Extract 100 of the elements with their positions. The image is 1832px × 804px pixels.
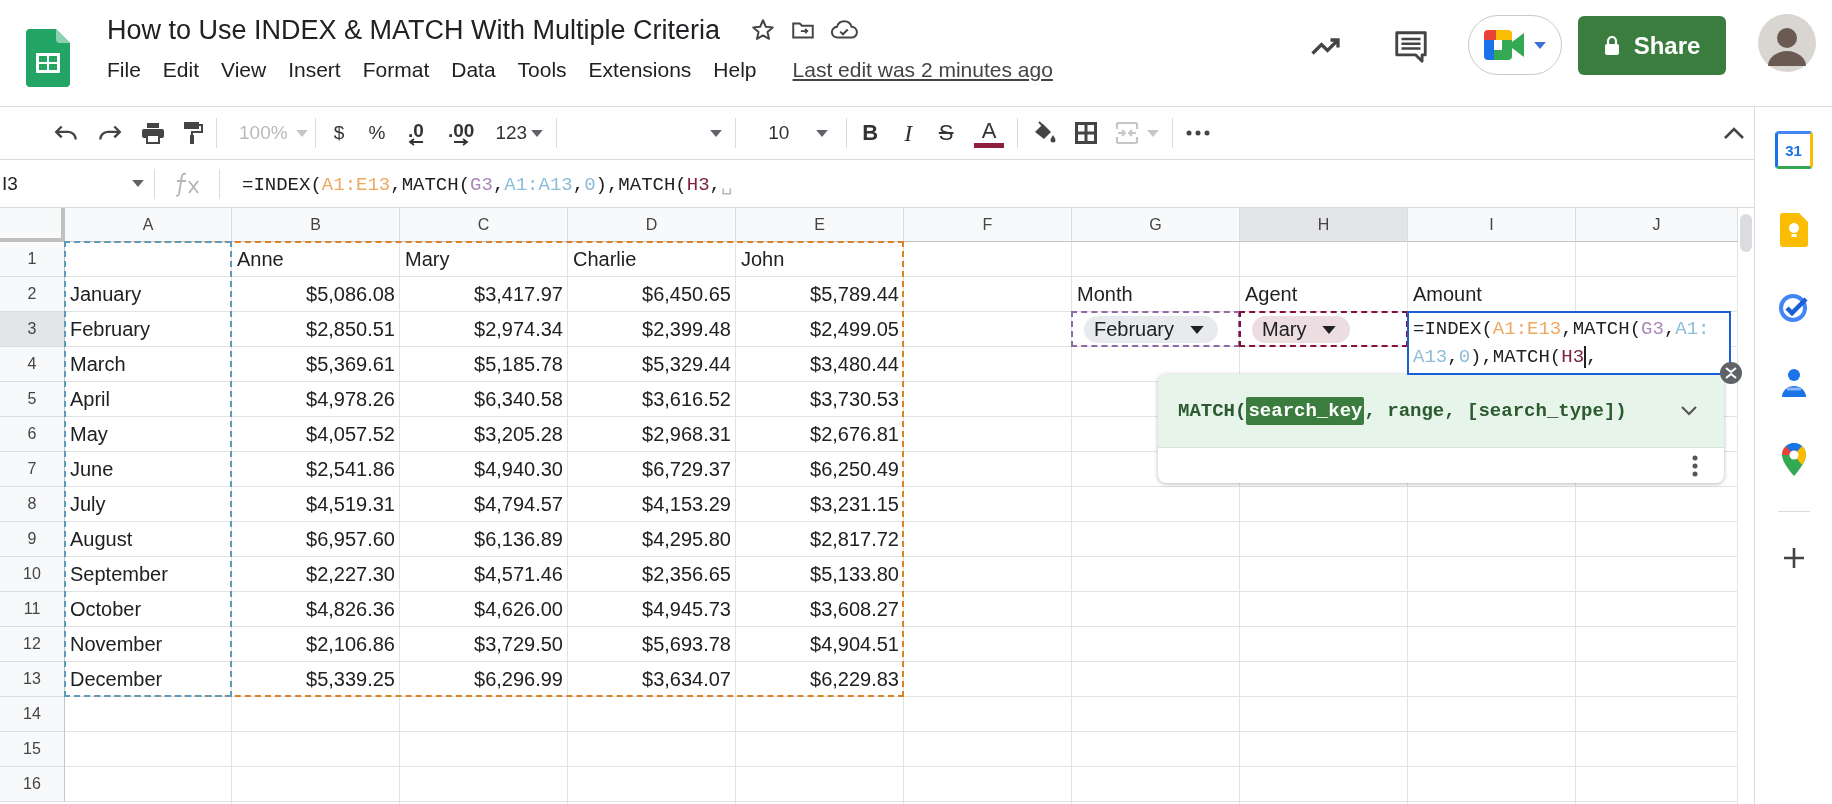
borders-icon[interactable] xyxy=(1075,122,1098,144)
column-header[interactable]: C xyxy=(400,208,568,242)
table-cell-text: $4,940.30 xyxy=(473,457,564,482)
row-header[interactable]: 12 xyxy=(0,627,65,662)
table-cell-text: $5,133.80 xyxy=(809,562,900,587)
menu-item[interactable]: Help xyxy=(713,58,757,82)
caret-icon xyxy=(1322,325,1337,334)
column-header[interactable]: F xyxy=(904,208,1072,242)
percent-button[interactable]: % xyxy=(358,113,396,153)
column-header[interactable]: D xyxy=(568,208,736,242)
tasks-icon[interactable] xyxy=(1777,291,1810,323)
row-header[interactable]: 8 xyxy=(0,487,65,522)
share-button[interactable]: Share xyxy=(1578,16,1726,75)
more-vert-icon[interactable] xyxy=(1692,454,1698,477)
document-title[interactable]: How to Use INDEX & MATCH With Multiple Criteria xyxy=(107,14,721,46)
table-cell-text: May xyxy=(69,422,109,447)
row-header[interactable]: 11 xyxy=(0,592,65,627)
print-icon[interactable] xyxy=(141,122,165,144)
comment-icon[interactable] xyxy=(1392,28,1430,66)
calendar-icon[interactable]: 31 xyxy=(1774,131,1813,169)
number-format-dropdown[interactable]: 123 xyxy=(486,113,553,153)
menu-item[interactable]: Edit xyxy=(162,58,200,82)
more-icon[interactable] xyxy=(1186,130,1211,136)
name-box[interactable]: I3 xyxy=(0,172,154,195)
dropdown-chip[interactable]: Mary xyxy=(1252,316,1351,343)
font-size-dropdown[interactable]: 10 xyxy=(740,113,843,153)
decrease-decimals-button[interactable]: .0 xyxy=(396,113,436,153)
menu-item[interactable]: Tools xyxy=(517,58,567,82)
italic-button[interactable]: I xyxy=(889,113,928,153)
increase-decimals-button[interactable]: .00 xyxy=(436,113,487,153)
chevron-up-icon[interactable] xyxy=(1723,126,1745,140)
star-icon[interactable] xyxy=(750,17,777,43)
table-cell-text: $6,296.99 xyxy=(473,667,564,692)
table-cell-text: January xyxy=(69,282,143,307)
table-cell-text: $5,185.78 xyxy=(473,352,564,377)
contacts-icon[interactable] xyxy=(1779,367,1808,399)
bold-button[interactable]: B xyxy=(851,113,890,153)
menu-item[interactable]: Format xyxy=(362,58,430,82)
column-header[interactable]: B xyxy=(232,208,400,242)
table-cell-text: $2,399.48 xyxy=(641,317,732,342)
map-pin-icon[interactable] xyxy=(1780,443,1807,477)
column-header[interactable]: E xyxy=(736,208,904,242)
collapse-icon[interactable] xyxy=(1720,362,1742,384)
paint-roller-icon[interactable] xyxy=(183,121,203,145)
row-header[interactable]: 16 xyxy=(0,767,65,802)
table-cell-text: $2,968.31 xyxy=(641,422,732,447)
table-cell-text: July xyxy=(69,492,107,517)
table-cell-text: December xyxy=(69,667,164,692)
row-header[interactable]: 5 xyxy=(0,382,65,417)
column-header[interactable]: A xyxy=(65,208,232,242)
row-header[interactable]: 2 xyxy=(0,277,65,312)
table-cell-text: $3,729.50 xyxy=(473,632,564,657)
menu-item[interactable]: Extensions xyxy=(588,58,692,82)
last-edit-link[interactable]: Last edit was 2 minutes ago xyxy=(792,58,1053,82)
table-cell-text: $5,339.25 xyxy=(305,667,396,692)
menu-item[interactable]: Insert xyxy=(288,58,341,82)
table-cell-text: June xyxy=(69,457,115,482)
column-header[interactable]: J xyxy=(1576,208,1738,242)
column-header[interactable]: H xyxy=(1240,208,1408,242)
row-header[interactable]: 4 xyxy=(0,347,65,382)
row-header[interactable]: 9 xyxy=(0,522,65,557)
formula-input[interactable]: =INDEX(A1:E13,MATCH(G3,A1:A13,0),MATCH(H3,␣ xyxy=(242,171,733,196)
table-cell-text: $3,616.52 xyxy=(641,387,732,412)
column-header[interactable]: G xyxy=(1072,208,1240,242)
redo-icon[interactable] xyxy=(97,123,123,143)
menu-item[interactable]: Data xyxy=(451,58,496,82)
table-cell-text: $4,571.46 xyxy=(473,562,564,587)
row-header[interactable]: 6 xyxy=(0,417,65,452)
currency-button[interactable]: $ xyxy=(320,113,358,153)
table-cell-text: $5,086.08 xyxy=(305,282,396,307)
caret-icon xyxy=(531,129,544,137)
row-header[interactable]: 15 xyxy=(0,732,65,767)
row-header[interactable]: 13 xyxy=(0,662,65,697)
sheets-logo-icon[interactable] xyxy=(26,29,70,87)
table-cell-text: September xyxy=(69,562,169,587)
cell-editor[interactable]: =INDEX(A1:E13,MATCH(G3,A1: A13,0),MATCH(H3, xyxy=(1407,311,1731,375)
table-cell-text: $4,978.26 xyxy=(305,387,396,412)
text-color-button[interactable]: A xyxy=(965,113,1014,153)
row-header[interactable]: 14 xyxy=(0,697,65,732)
undo-icon[interactable] xyxy=(53,123,79,143)
table-cell-text: $5,789.44 xyxy=(809,282,900,307)
row-header[interactable]: 7 xyxy=(0,452,65,487)
table-cell-text: $3,417.97 xyxy=(473,282,564,307)
avatar[interactable] xyxy=(1758,14,1816,72)
menu-item[interactable]: View xyxy=(221,58,267,82)
chevron-down-icon[interactable] xyxy=(1680,404,1698,417)
scrollbar-thumb[interactable] xyxy=(1740,214,1752,252)
row-header[interactable]: 3 xyxy=(0,312,65,347)
table-cell-text: $4,904.51 xyxy=(809,632,900,657)
menu-item[interactable]: File xyxy=(107,58,141,82)
plus-icon[interactable] xyxy=(1781,546,1806,570)
dropdown-chip[interactable]: February xyxy=(1084,316,1219,343)
table-cell-text: November xyxy=(69,632,164,657)
table-cell-text: $2,541.86 xyxy=(305,457,396,482)
table-cell-text: $3,480.44 xyxy=(809,352,900,377)
strikethrough-button[interactable]: S xyxy=(927,113,966,153)
column-header[interactable]: I xyxy=(1408,208,1576,242)
table-cell-text: Amount xyxy=(1412,282,1483,307)
row-header[interactable]: 1 xyxy=(0,242,65,277)
row-header[interactable]: 10 xyxy=(0,557,65,592)
